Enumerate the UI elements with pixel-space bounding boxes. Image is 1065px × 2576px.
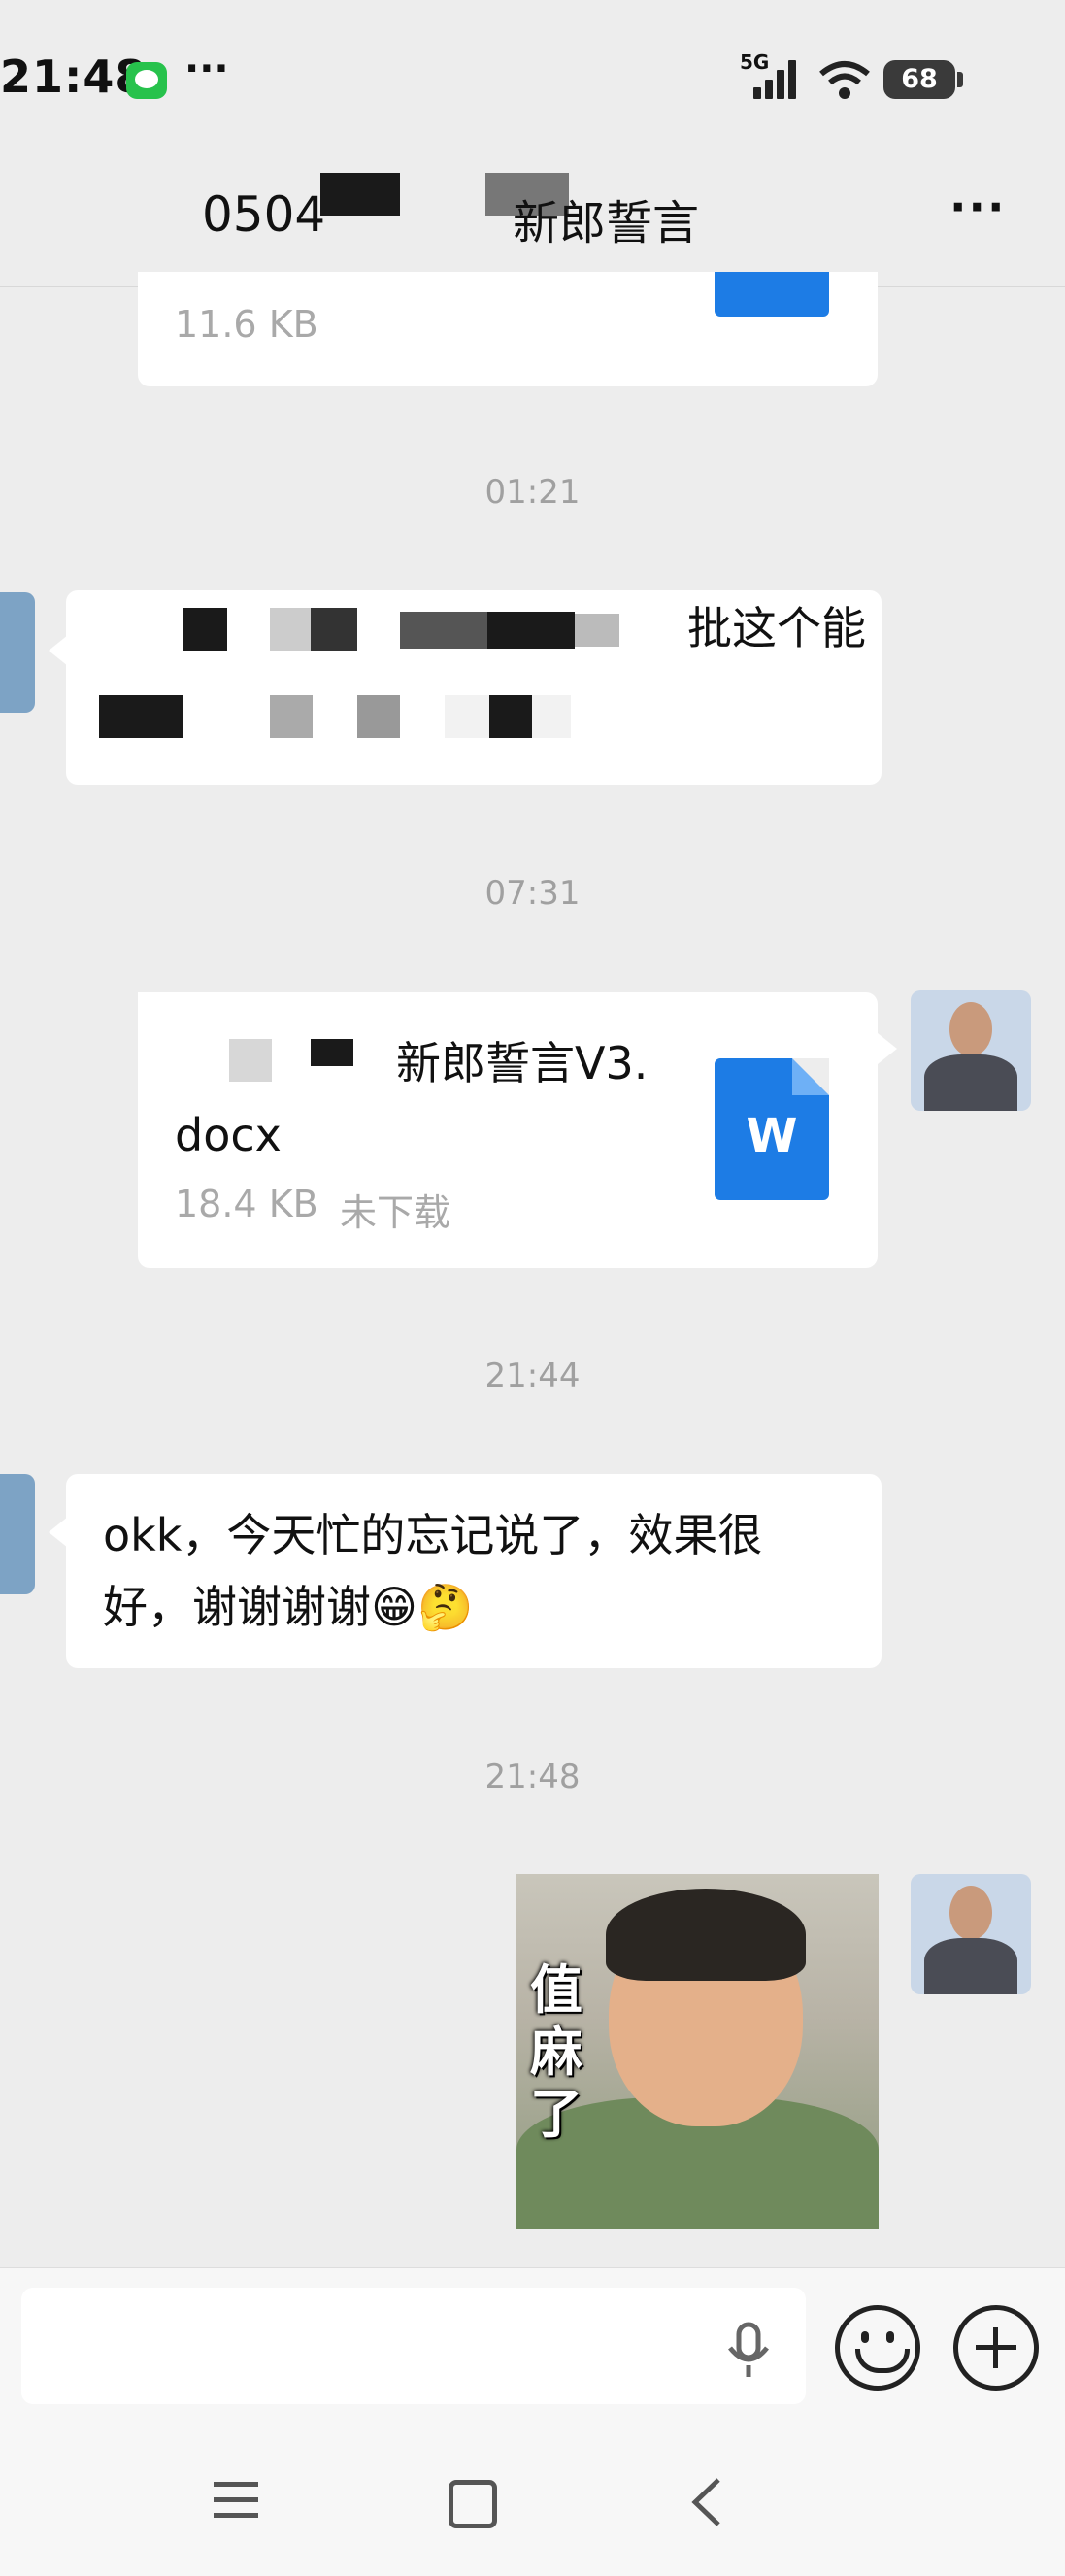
- my-avatar[interactable]: [911, 990, 1031, 1111]
- bubble-tail: [49, 1517, 68, 1548]
- my-avatar[interactable]: [911, 1874, 1031, 1994]
- word-file-icon: [715, 272, 829, 317]
- redacted-block: [270, 695, 313, 738]
- redacted-block: [357, 695, 400, 738]
- timestamp: 21:44: [484, 1356, 581, 1395]
- plus-v: [993, 2327, 998, 2368]
- redacted-block: [183, 608, 227, 651]
- file-fold: [792, 1058, 829, 1095]
- plus-icon[interactable]: [953, 2305, 1039, 2391]
- emoji-mouth: [855, 2349, 910, 2373]
- redacted-block: [229, 1039, 272, 1082]
- message-notification-icon: [126, 62, 167, 99]
- sticker-caption: 值麻了: [530, 1959, 582, 2145]
- emoji-icon[interactable]: [835, 2305, 920, 2391]
- chat-title: 新郎誓言: [513, 196, 700, 251]
- emoji-eye: [886, 2331, 894, 2343]
- microphone-icon[interactable]: [722, 2321, 775, 2379]
- back-icon[interactable]: [689, 2476, 724, 2528]
- file-size: 18.4 KB: [175, 1183, 318, 1225]
- redacted-block: [489, 695, 532, 738]
- timestamp: 01:21: [484, 473, 581, 512]
- avatar-head: [949, 1886, 992, 1940]
- file-message-bubble[interactable]: 11.6 KB: [138, 272, 878, 386]
- redacted-block: [575, 614, 619, 647]
- battery-tip: [957, 72, 963, 87]
- message-text-line2: 好，谢谢谢谢😁🤔: [103, 1581, 474, 1633]
- status-time: 21:48: [0, 50, 148, 103]
- system-nav-bar: [0, 2423, 1065, 2576]
- text-message-bubble[interactable]: okk，今天忙的忘记说了，效果很 好，谢谢谢谢😁🤔: [66, 1474, 882, 1668]
- more-notifications-icon: ···: [184, 47, 229, 91]
- word-file-icon: W: [715, 1058, 829, 1200]
- redacted-block: [400, 612, 487, 649]
- avatar-body: [924, 1938, 1017, 1994]
- signal-icon: [753, 58, 806, 99]
- redacted-block: [311, 608, 357, 651]
- redacted-block: [311, 1039, 353, 1066]
- menu-line: [214, 2497, 258, 2502]
- chat-title-prefix: 0504: [202, 186, 326, 243]
- message-text: 批这个能: [687, 602, 866, 654]
- menu-line: [214, 2513, 258, 2518]
- redacted-block: [320, 173, 400, 216]
- bubble-tail: [878, 1033, 897, 1064]
- avatar-head: [949, 1002, 992, 1056]
- bubble-tail: [49, 635, 68, 666]
- emoji-eye: [861, 2331, 869, 2343]
- redacted-block: [138, 992, 313, 1021]
- battery-icon: 68: [883, 60, 955, 99]
- more-options-button[interactable]: ···: [949, 181, 1006, 233]
- contact-avatar[interactable]: [0, 592, 35, 713]
- text-message-bubble[interactable]: 批这个能: [66, 590, 882, 785]
- word-letter: W: [746, 1109, 798, 1163]
- status-bar: 21:48 ··· 5G 68: [0, 0, 1065, 160]
- sticker-image[interactable]: 值麻了: [516, 1874, 879, 2229]
- timestamp: 07:31: [484, 874, 581, 913]
- avatar-body: [924, 1054, 1017, 1111]
- file-download-status: 未下载: [340, 1191, 451, 1234]
- sticker-hair: [606, 1889, 806, 1981]
- wifi-icon: [819, 61, 870, 99]
- file-message-bubble[interactable]: 新郎誓言V3. docx 18.4 KB 未下载 W: [138, 992, 878, 1268]
- message-input[interactable]: [21, 2288, 806, 2404]
- message-text-line1: okk，今天忙的忘记说了，效果很: [103, 1509, 763, 1561]
- file-size: 11.6 KB: [175, 303, 318, 346]
- contact-avatar[interactable]: [0, 1474, 35, 1594]
- redacted-block: [487, 612, 575, 649]
- menu-icon[interactable]: [214, 2482, 260, 2518]
- home-icon[interactable]: [449, 2480, 497, 2528]
- redacted-block: [99, 695, 183, 738]
- timestamp: 21:48: [484, 1757, 581, 1796]
- file-name-line1: 新郎誓言V3.: [396, 1037, 649, 1089]
- menu-line: [214, 2482, 258, 2487]
- file-name-line2: docx: [175, 1109, 282, 1161]
